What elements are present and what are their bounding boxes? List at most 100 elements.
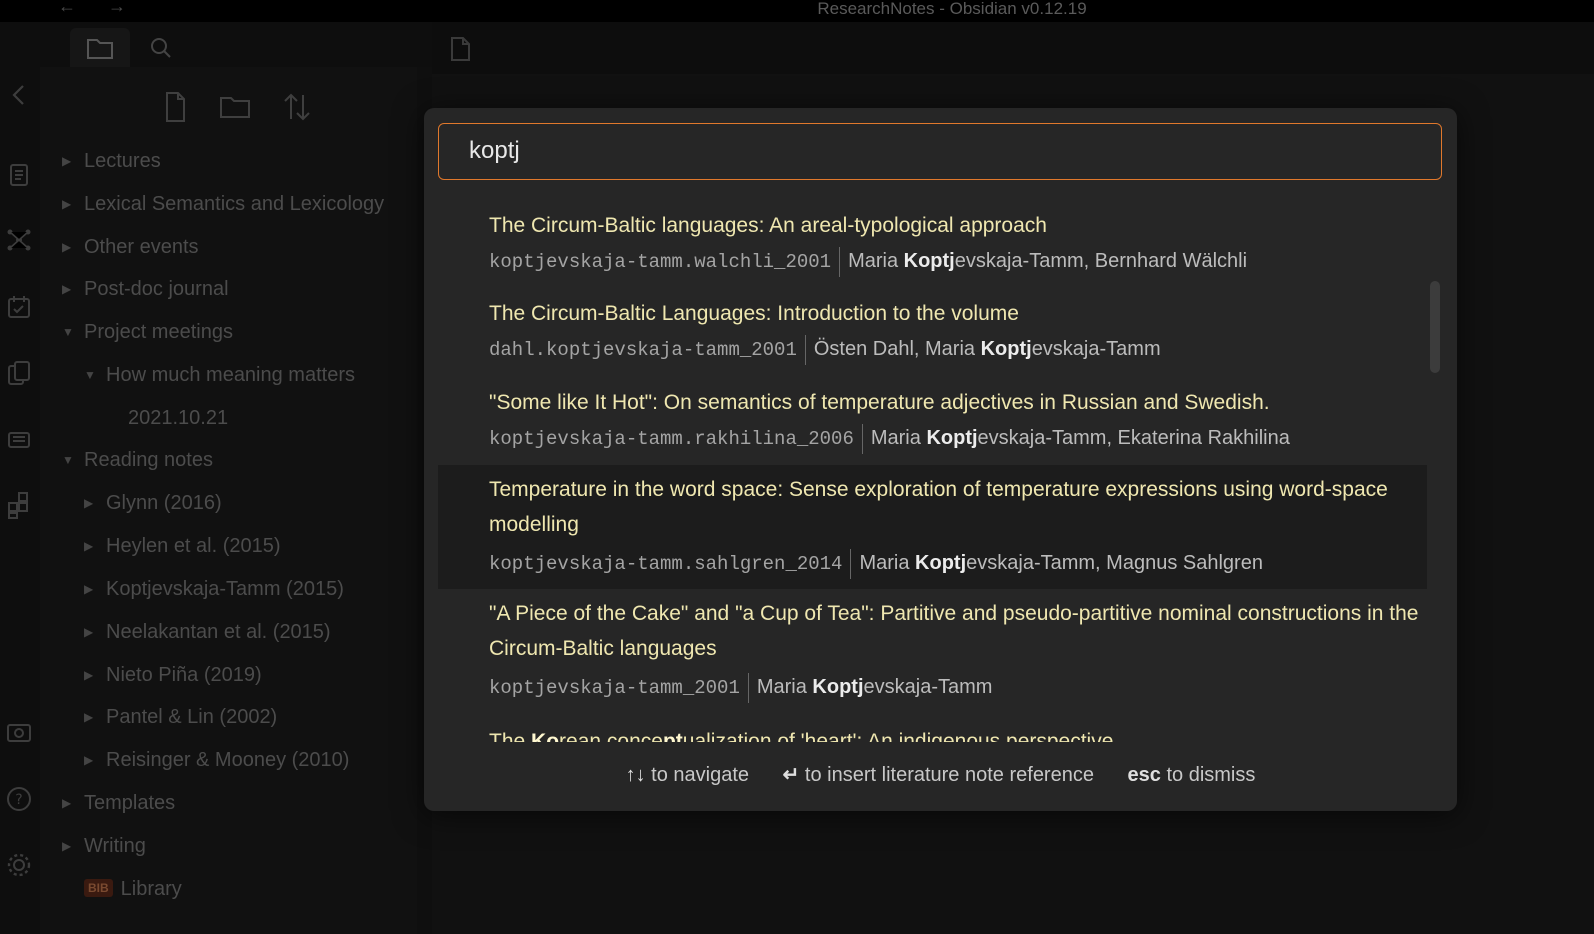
- chevron-right-icon: ▶: [62, 154, 72, 168]
- tree-item[interactable]: ▶ Post-doc journal: [62, 274, 229, 304]
- svg-text:?: ?: [15, 792, 22, 808]
- tree-item-label: Lectures: [84, 150, 161, 172]
- citekey: dahl.koptjevskaja-tamm_2001: [489, 335, 806, 365]
- tree-item[interactable]: ▶ Glynn (2016): [84, 488, 222, 518]
- collapse-icon[interactable]: [4, 80, 34, 110]
- tree-item-label: Nieto Piña (2019): [106, 664, 262, 686]
- tree-item[interactable]: ▶ Reisinger & Mooney (2010): [84, 745, 349, 775]
- chevron-right-icon: ▶: [62, 839, 72, 853]
- result-title: The Korean conceptualization of 'heart':…: [489, 730, 1114, 742]
- chevron-right-icon: ▶: [62, 240, 72, 254]
- chevron-right-icon: ▶: [84, 710, 94, 724]
- navigate-hint: ↑↓ to navigate: [625, 764, 750, 786]
- open-vault-icon[interactable]: [4, 718, 34, 748]
- tree-item-label: Reading notes: [84, 449, 213, 471]
- list-item[interactable]: "A Piece of the Cake" and "a Cup of Tea"…: [438, 589, 1427, 713]
- tree-item[interactable]: ▶ Lectures: [62, 146, 161, 176]
- tree-item[interactable]: ▶ Writing: [62, 831, 146, 861]
- list-item[interactable]: The Korean conceptualization of 'heart':…: [438, 713, 1427, 742]
- tree-item-label: Reisinger & Mooney (2010): [106, 749, 350, 771]
- tree-item-label: Lexical Semantics and Lexicology: [84, 193, 385, 215]
- result-title: The Circum-Baltic Languages: Introductio…: [489, 302, 1019, 325]
- results-scrollbar[interactable]: [1428, 180, 1442, 742]
- chevron-right-icon: ▶: [84, 496, 94, 510]
- citekey: koptjevskaja-tamm.rakhilina_2006: [489, 424, 863, 454]
- tree-item[interactable]: 2021.10.21: [106, 403, 228, 433]
- result-title: "A Piece of the Cake" and "a Cup of Tea"…: [489, 602, 1419, 660]
- tree-item-label: How much meaning matters: [106, 364, 355, 386]
- chevron-right-icon: ▶: [62, 197, 72, 211]
- chevron-right-icon: ▶: [84, 753, 94, 767]
- quick-switcher-icon[interactable]: [4, 160, 34, 190]
- result-authors: Maria Koptjevskaja-Tamm: [756, 676, 993, 698]
- tree-item[interactable]: ▼ How much meaning matters: [84, 360, 355, 390]
- tree-item[interactable]: ▶ Koptjevskaja-Tamm (2015): [84, 574, 344, 604]
- new-note-icon[interactable]: [158, 90, 192, 124]
- settings-icon[interactable]: [4, 850, 34, 880]
- tab-file-explorer[interactable]: [70, 28, 130, 67]
- tree-item[interactable]: ▼ Reading notes: [62, 445, 213, 475]
- citekey: koptjevskaja-tamm.sahlgren_2014: [489, 549, 852, 579]
- tree-item-label: Library: [120, 878, 182, 900]
- result-title: The Circum-Baltic languages: An areal-ty…: [489, 214, 1047, 237]
- tree-item-label: Templates: [84, 792, 176, 814]
- tree-item[interactable]: BIB Library: [62, 874, 182, 904]
- file-explorer-icon: [87, 39, 113, 59]
- new-folder-icon[interactable]: [218, 90, 252, 124]
- citekey: koptjevskaja-tamm.walchli_2001: [489, 247, 841, 277]
- results-list: koptjevskaja-tamm_2001 The Circum-Baltic…: [438, 180, 1427, 742]
- slides-icon[interactable]: [4, 424, 34, 454]
- daily-notes-icon[interactable]: [4, 292, 34, 322]
- plugins-icon[interactable]: [4, 490, 34, 520]
- tree-item-label: Heylen et al. (2015): [106, 535, 281, 557]
- list-item[interactable]: The Circum-Baltic languages: An areal-ty…: [438, 200, 1427, 288]
- chevron-right-icon: ▶: [84, 668, 94, 682]
- tree-item[interactable]: ▼ Project meetings: [62, 317, 233, 347]
- insert-hint: ↵ to insert literature note reference: [782, 764, 1094, 786]
- tree-item-label: 2021.10.21: [128, 407, 229, 429]
- chevron-right-icon: ▶: [62, 796, 72, 810]
- window-title: ResearchNotes - Obsidian v0.12.19: [817, 0, 1087, 18]
- dismiss-hint: esc to dismiss: [1127, 764, 1256, 786]
- empty-file-icon[interactable]: [450, 36, 472, 62]
- chevron-down-icon: ▼: [84, 368, 96, 382]
- literature-note-search-modal: koptjevskaja-tamm_2001 The Circum-Baltic…: [424, 108, 1457, 811]
- tree-item[interactable]: ▶ Nieto Piña (2019): [84, 660, 262, 690]
- tree-item-label: Writing: [84, 835, 146, 857]
- tree-item-label: Other events: [84, 236, 199, 258]
- editor-tab-bar: [432, 22, 1594, 74]
- templates-icon[interactable]: [4, 358, 34, 388]
- tree-item[interactable]: ▶ Heylen et al. (2015): [84, 531, 281, 561]
- result-authors: Maria Koptjevskaja-Tamm, Ekaterina Rakhi…: [870, 427, 1290, 449]
- list-item-selected[interactable]: Temperature in the word space: Sense exp…: [438, 465, 1427, 589]
- graph-view-icon[interactable]: [4, 225, 34, 255]
- results-scrollbar-thumb[interactable]: [1430, 281, 1440, 373]
- tab-search[interactable]: [132, 28, 192, 67]
- result-authors: Maria Koptjevskaja-Tamm, Bernhard Wälchl…: [848, 250, 1248, 272]
- tree-item[interactable]: ▶ Templates: [62, 788, 175, 818]
- tree-item-label: Project meetings: [84, 321, 233, 343]
- chevron-right-icon: ▶: [62, 282, 72, 296]
- tree-item[interactable]: ▶ Lexical Semantics and Lexicology: [62, 189, 384, 219]
- file-explorer-sidebar: ▶ Lectures ▶ Lexical Semantics and Lexicolo…: [40, 22, 432, 934]
- instructions-footer: ↑↓ to navigate ↵ to insert literature no…: [424, 758, 1457, 792]
- result-authors: Maria Koptjevskaja-Tamm, Magnus Sahlgren: [859, 552, 1263, 574]
- chevron-right-icon: ▶: [84, 625, 94, 639]
- chevron-right-icon: ▶: [84, 582, 94, 596]
- sort-icon[interactable]: [280, 90, 314, 124]
- search-icon: [151, 38, 171, 58]
- search-input[interactable]: [469, 124, 1409, 178]
- list-item[interactable]: The Circum-Baltic Languages: Introductio…: [438, 288, 1427, 376]
- chevron-right-icon: ▶: [84, 539, 94, 553]
- chevron-down-icon: ▼: [62, 453, 74, 467]
- sidebar-tab-bar: [40, 22, 432, 67]
- tree-item[interactable]: ▶ Neelakantan et al. (2015): [84, 617, 331, 647]
- help-icon[interactable]: ?: [4, 784, 34, 814]
- tree-item-label: Neelakantan et al. (2015): [106, 621, 331, 643]
- tree-item-label: Post-doc journal: [84, 278, 229, 300]
- result-authors: Östen Dahl, Maria Koptjevskaja-Tamm: [813, 338, 1161, 360]
- title-bar: ← → ResearchNotes - Obsidian v0.12.19: [0, 0, 1594, 22]
- tree-item[interactable]: ▶ Pantel & Lin (2002): [84, 702, 277, 732]
- list-item[interactable]: "Some like It Hot": On semantics of temp…: [438, 376, 1427, 465]
- tree-item[interactable]: ▶ Other events: [62, 232, 199, 262]
